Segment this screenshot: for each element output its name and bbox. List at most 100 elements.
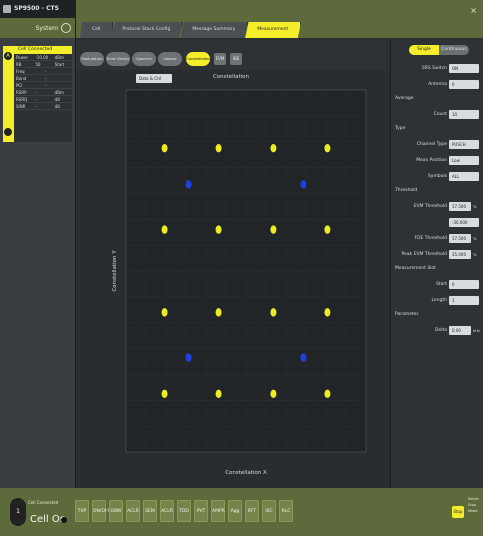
tab-cell[interactable]: Cell (80, 22, 114, 38)
field-label: Symbols (427, 174, 447, 179)
bottom-bar: 1 Cell Connected Cell On Stop Select Sto… (0, 488, 483, 536)
field-input[interactable]: 17.500 (449, 234, 471, 243)
field-unit: % (473, 252, 477, 257)
stop-caption: Select Stop Mode (468, 497, 479, 513)
cell-status-value: RB (16, 62, 22, 67)
field-input[interactable]: -30.000 (449, 218, 479, 227)
meas-button-rlc[interactable]: RLC (279, 500, 293, 522)
field-input[interactable]: 0 (449, 80, 479, 89)
cell-status-value: - (45, 69, 47, 74)
field-label: Channel Type (416, 142, 447, 147)
gear-icon (61, 23, 71, 33)
field-unit: % (473, 204, 477, 209)
constellation-point (185, 180, 192, 189)
continuous-mode-button[interactable]: Continuous (439, 45, 469, 55)
constellation-point (161, 308, 168, 317)
meas-button-tdd[interactable]: TDD (177, 500, 191, 522)
meas-button-txp[interactable]: TXP (75, 500, 89, 522)
pill-inband-emission[interactable]: Inband Emission (158, 52, 182, 75)
cell-on-caption: Cell Connected (28, 500, 59, 505)
meas-button-sem[interactable]: SEM (143, 500, 157, 522)
app-title: SP9500 - CTS (14, 5, 59, 12)
section-heading: Average (395, 96, 414, 101)
meas-button-ampr[interactable]: AMPR (211, 500, 225, 522)
cell-info-icon (4, 128, 12, 136)
run-mode-toggle[interactable]: Single Continuous (409, 45, 469, 55)
measurement-toolbar: ModulationError VectorSpectral FlatnessI… (76, 40, 386, 75)
field-input[interactable]: ALL (449, 172, 479, 181)
constellation-plot: Constellation X Constellation Y (112, 89, 367, 476)
field-input[interactable]: Low (449, 156, 479, 165)
meas-button-agg[interactable]: Agg (228, 500, 242, 522)
field-unit: kHz (473, 328, 481, 333)
system-button[interactable]: System (0, 18, 75, 38)
cell-status-row: RSRQ - dB (14, 96, 72, 103)
single-mode-button[interactable]: Single (409, 45, 439, 55)
meas-button-onoff[interactable]: ON/OFF (92, 500, 110, 522)
constellation-point (185, 353, 192, 362)
field-label: Start (436, 282, 447, 287)
pill-error-vector[interactable]: Error Vector (106, 52, 130, 66)
constellation-point (161, 143, 168, 153)
close-icon[interactable]: × (470, 6, 477, 15)
field-input[interactable]: 1 (449, 296, 479, 305)
system-label: System (35, 24, 58, 32)
top-tab-bar: Cell Protocol Stack Config Message Summary… (76, 0, 483, 38)
meas-button-isc[interactable]: ISC (262, 500, 276, 522)
constellation-point (324, 143, 331, 153)
constellation-point (215, 143, 222, 153)
cell-status-row: Freq - (14, 68, 72, 75)
field-label: Delta (434, 328, 447, 333)
field-label: Antenna (428, 82, 447, 87)
section-heading: Parameter (395, 312, 419, 317)
tab-protocol-stack-config[interactable]: Protocol Stack Config (110, 22, 184, 38)
field-input[interactable]: 0 (449, 280, 479, 289)
meas-button-rft[interactable]: RFT (245, 500, 259, 522)
meas-button-obw[interactable]: OBW (109, 500, 123, 522)
pill-constellation[interactable]: Constellation (186, 52, 211, 66)
tab-measurement[interactable]: Measurement (245, 22, 302, 38)
cell-status-value: PCI (16, 83, 23, 88)
ibe-button[interactable]: IBE (230, 53, 242, 65)
constellation-point (161, 225, 168, 234)
pill-spectral-flatness[interactable]: Spectral Flatness (132, 52, 156, 75)
tab-message-summary[interactable]: Message Summary (180, 22, 249, 38)
constellation-point (324, 225, 331, 234)
field-input[interactable]: 0.00 (449, 326, 471, 335)
stop-button[interactable]: Stop (452, 506, 464, 518)
pill-modulation[interactable]: Modulation (80, 52, 104, 66)
cell-status-value: -10.00 (35, 55, 49, 60)
cell-status-card[interactable]: A Cell Connected Power -10.00 dBm RB 50 Start… (3, 46, 72, 142)
cell-knob[interactable]: 1 (10, 498, 26, 526)
app-logo-icon (3, 5, 11, 13)
cell-status-value: Band (16, 76, 27, 81)
constellation-point (324, 389, 331, 399)
field-input[interactable]: 10 (449, 110, 479, 119)
cell-status-value: - (45, 76, 47, 81)
settings-panel: Single Continuous SRS Switch ON Antenna 0 Av… (390, 40, 483, 488)
evm-button[interactable]: EVM (214, 53, 226, 65)
cell-status-row: Power -10.00 dBm (14, 54, 72, 61)
cell-on-indicator (61, 517, 67, 523)
field-label: SRS Switch (421, 66, 447, 71)
cell-status-row: PCI - (14, 82, 72, 89)
cell-status-value: Start (54, 62, 65, 67)
field-input[interactable]: 17.500 (449, 202, 471, 211)
cell-status-value: dBm (54, 90, 64, 95)
field-label: Length (431, 298, 447, 303)
field-input[interactable]: ON (449, 64, 479, 73)
cell-status-value: Freq (16, 69, 25, 74)
meas-button-pvt[interactable]: PVT (194, 500, 208, 522)
section-heading: Type (395, 126, 406, 131)
cell-status-row: Band - (14, 75, 72, 82)
field-input[interactable]: PUSCH (449, 140, 479, 149)
meas-button-aclr[interactable]: ACLR (126, 500, 140, 522)
cell-status-value: dB (54, 104, 60, 109)
cell-on-control[interactable]: 1 Cell Connected Cell On (6, 494, 68, 532)
constellation-point (215, 389, 222, 399)
field-label: Meas Position (416, 158, 447, 163)
meas-button-aclr[interactable]: ACLR (160, 500, 174, 522)
field-input[interactable]: 35.000 (449, 250, 471, 259)
field-label: Peak EVM Threshold (401, 252, 447, 257)
app-title-bar: SP9500 - CTS (0, 0, 75, 18)
